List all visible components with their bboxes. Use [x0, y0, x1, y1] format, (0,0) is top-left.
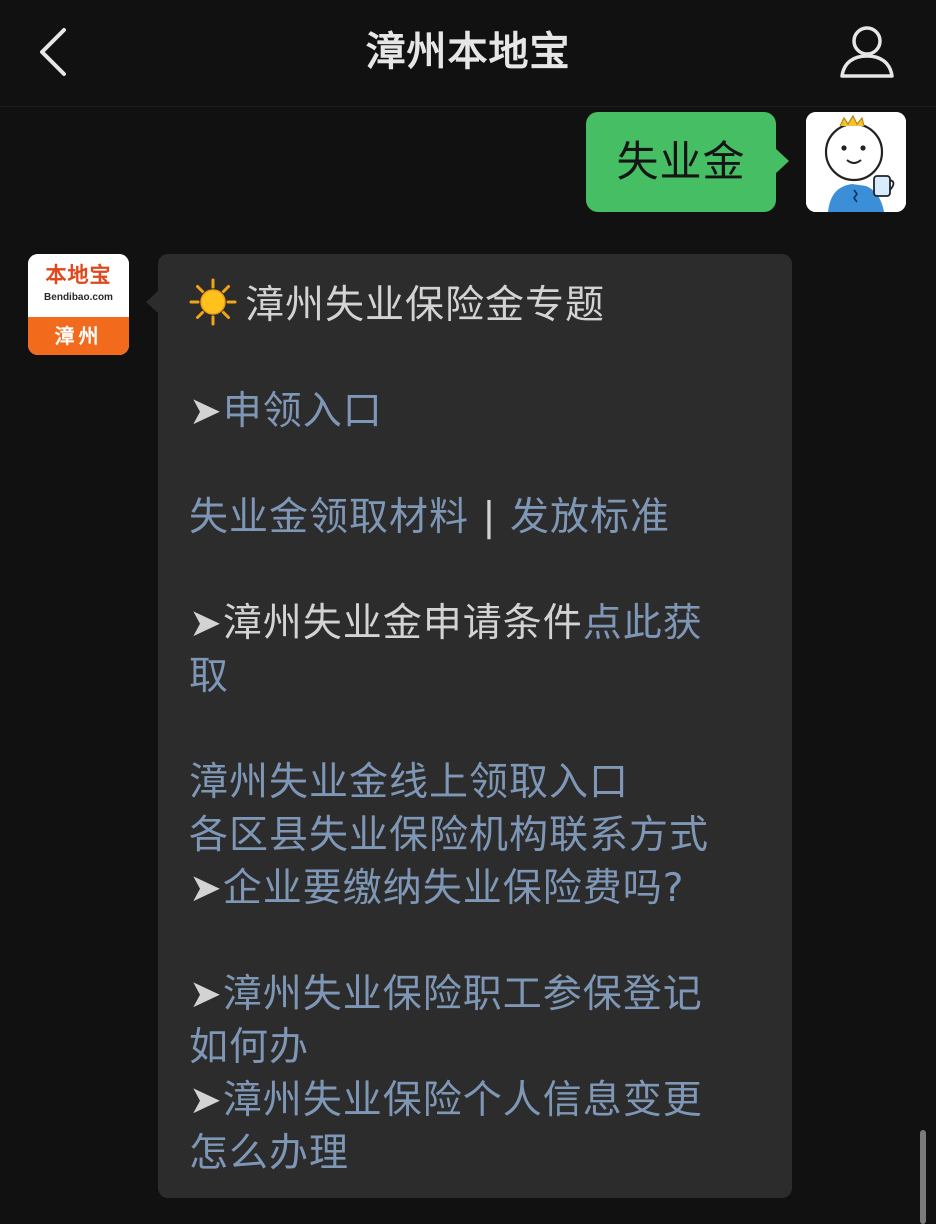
chat-title: 漳州本地宝	[365, 29, 571, 75]
info-change-link-cont[interactable]: 怎么办理	[189, 1131, 349, 1176]
info-change-line-cont: 怎么办理	[189, 1127, 772, 1180]
materials-link[interactable]: 失业金领取材料	[189, 495, 469, 540]
logo-website: Bendibao.com	[44, 292, 113, 303]
reply-title-line: 漳州失业保险金专题	[189, 278, 772, 332]
arrow-icon: ➤	[189, 389, 223, 434]
conditions-link[interactable]: 点此获	[583, 601, 703, 646]
profile-button[interactable]	[836, 24, 898, 84]
separator: |	[469, 495, 510, 540]
standard-link[interactable]: 发放标准	[510, 495, 670, 540]
logo-text: 本地宝	[45, 263, 112, 287]
register-link-cont[interactable]: 如何办	[189, 1025, 309, 1070]
person-icon	[840, 26, 894, 78]
contacts-link[interactable]: 各区县失业保险机构联系方式	[189, 813, 709, 858]
apply-entry-line: ➤申领入口	[189, 385, 772, 438]
logo-city: 漳州	[28, 317, 129, 355]
arrow-icon: ➤	[189, 1078, 223, 1123]
online-entry-link[interactable]: 漳州失业金线上领取入口	[189, 760, 629, 805]
reply-title: 漳州失业保险金专题	[245, 283, 606, 328]
cartoon-avatar-icon	[806, 112, 906, 212]
arrow-icon: ➤	[189, 601, 223, 646]
top-navigation-bar: 漳州本地宝	[0, 0, 936, 107]
received-message-bubble: 漳州失业保险金专题 ➤申领入口 失业金领取材料 | 发放标准 ➤漳州失业金申请条…	[146, 254, 792, 1198]
arrow-icon: ➤	[189, 866, 223, 911]
conditions-line: ➤漳州失业金申请条件点此获	[189, 597, 772, 650]
apply-entry-link[interactable]: 申领入口	[223, 389, 383, 434]
info-change-link[interactable]: 漳州失业保险个人信息变更	[223, 1078, 703, 1123]
online-entry-line: 漳州失业金线上领取入口	[189, 756, 772, 809]
chat-message-list[interactable]: 失业金 本地宝 Bendibao.com 漳州 漳州失业保险金专题 ➤申领入口 …	[0, 106, 936, 1224]
register-link[interactable]: 漳州失业保险职工参保登记	[223, 972, 703, 1017]
sun-icon	[189, 278, 237, 326]
bendibao-avatar[interactable]: 本地宝 Bendibao.com 漳州	[28, 254, 129, 355]
user-avatar[interactable]	[806, 112, 906, 212]
register-line: ➤漳州失业保险职工参保登记	[189, 968, 772, 1021]
conditions-line-cont: 取	[189, 650, 772, 703]
logo-top: 本地宝 Bendibao.com	[28, 254, 129, 317]
sent-message-bubble[interactable]: 失业金	[586, 112, 789, 212]
info-change-line: ➤漳州失业保险个人信息变更	[189, 1074, 772, 1127]
company-pay-link[interactable]: 企业要缴纳失业保险费吗?	[223, 866, 685, 911]
materials-line: 失业金领取材料 | 发放标准	[189, 491, 772, 544]
contacts-line: 各区县失业保险机构联系方式	[189, 809, 772, 862]
conditions-text: 漳州失业金申请条件	[222, 601, 583, 646]
company-pay-line: ➤企业要缴纳失业保险费吗?	[189, 862, 772, 915]
scrollbar[interactable]	[920, 1130, 926, 1224]
arrow-icon: ➤	[189, 972, 223, 1017]
conditions-link-cont[interactable]: 取	[189, 654, 229, 699]
register-line-cont: 如何办	[189, 1021, 772, 1074]
